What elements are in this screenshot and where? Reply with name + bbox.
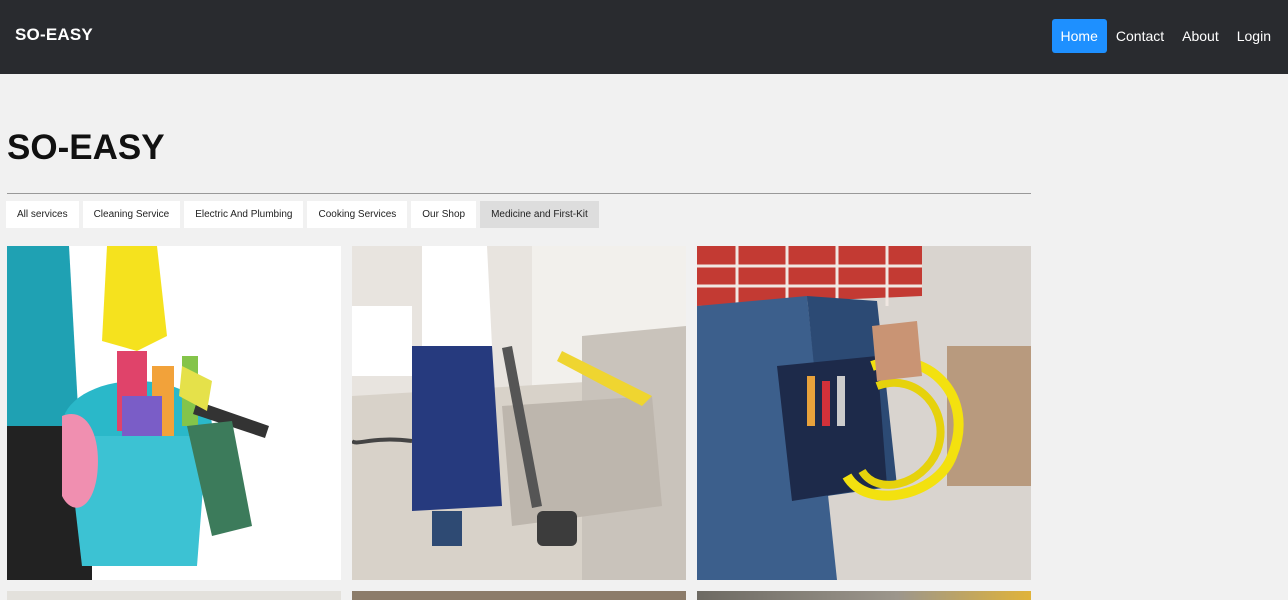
filter-our-shop[interactable]: Our Shop [411,201,477,228]
nav-links: Home Contact About Login [1051,19,1280,53]
nav-home-link[interactable]: Home [1051,19,1107,53]
filter-all-services[interactable]: All services [6,201,79,228]
filter-electric-plumbing[interactable]: Electric And Plumbing [184,201,304,228]
title-divider [7,193,1031,194]
nav-contact-link[interactable]: Contact [1107,19,1173,53]
nav-about-link[interactable]: About [1173,19,1228,53]
filter-cleaning-service[interactable]: Cleaning Service [82,201,181,228]
gallery-image-row2-2[interactable] [352,591,686,600]
gallery-image-row2-1[interactable] [7,591,341,600]
filter-cooking-services[interactable]: Cooking Services [307,201,408,228]
nav-login-link[interactable]: Login [1228,19,1280,53]
page-title: SO-EASY [7,128,165,167]
gallery-image-cleaning-supplies[interactable] [7,246,341,580]
gallery-image-vacuuming-sofa[interactable] [352,246,686,580]
service-filter-bar: All services Cleaning Service Electric A… [6,201,599,228]
top-navbar: SO-EASY Home Contact About Login [0,0,1288,74]
brand-logo[interactable]: SO-EASY [15,25,93,45]
gallery-image-electrician[interactable] [697,246,1031,580]
filter-medicine-first-kit[interactable]: Medicine and First-Kit [480,201,599,228]
gallery-image-row2-3[interactable] [697,591,1031,600]
